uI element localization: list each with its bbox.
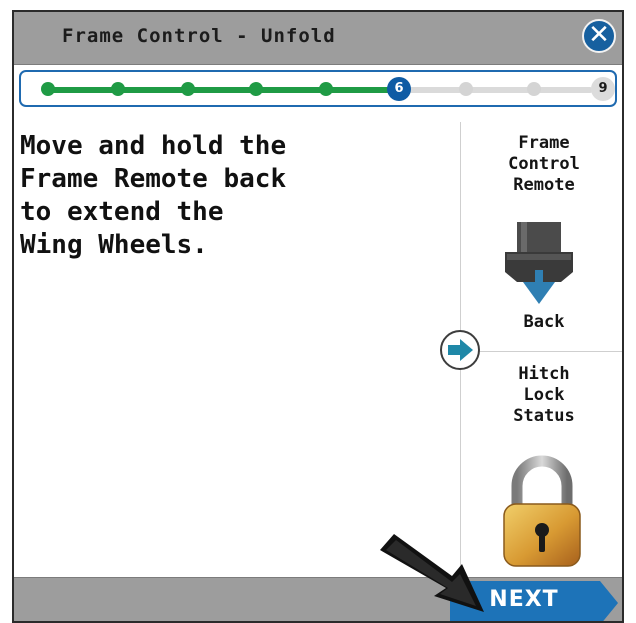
footer-bar: NEXT [14,577,622,621]
instruction-text: Move and hold the Frame Remote back to e… [20,131,287,260]
close-icon: ✕ [588,20,610,50]
step-dot-7 [459,82,473,96]
pointer-arrow-icon [380,534,484,612]
remote-direction-label: Back [523,312,565,332]
progress-track-remaining [395,87,593,93]
step-dot-2 [111,82,125,96]
step-dot-1 [41,82,55,96]
step-dot-3 [181,82,195,96]
current-step-indicator: 6 [387,77,411,101]
close-button[interactable]: ✕ [582,19,616,53]
progress-track-complete [43,87,395,93]
total-steps-indicator: 9 [591,77,615,101]
instruction-area: Move and hold the Frame Remote back to e… [14,122,460,577]
step-dot-4 [249,82,263,96]
dialog-title: Frame Control - Unfold [62,25,336,47]
padlock-locked-icon [503,455,581,567]
remote-title: Frame Control Remote [508,133,580,195]
hitch-lock-title: Hitch Lock Status [513,364,575,426]
frame-remote-icon [505,222,573,304]
panel-arrow-icon [440,330,480,370]
step-progress-bar: 6 9 [19,70,617,107]
step-dot-5 [319,82,333,96]
step-dot-8 [527,82,541,96]
dialog-window: Frame Control - Unfold ✕ 6 9 Move and ho… [12,10,624,623]
side-panel: Frame Control Remote Back Hitch Lock Sta… [460,122,622,577]
title-bar: Frame Control - Unfold ✕ [14,12,622,65]
side-divider [461,351,622,352]
